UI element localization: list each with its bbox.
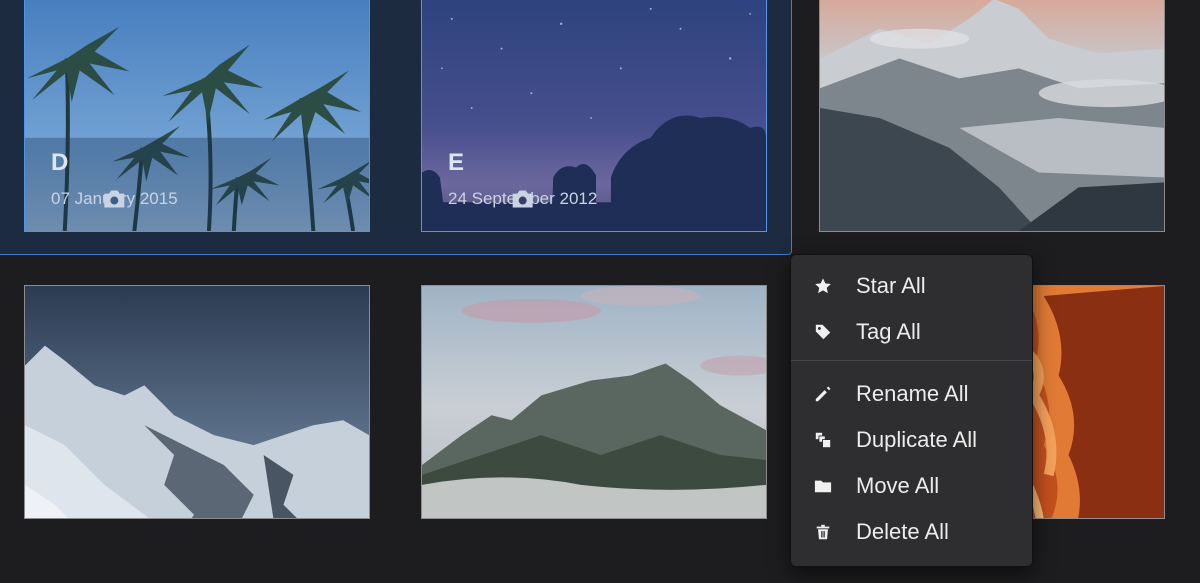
duplicate-icon (813, 430, 833, 450)
camera-icon (512, 190, 533, 208)
menu-item-delete-all[interactable]: Delete All (791, 509, 1032, 555)
pencil-icon (813, 384, 833, 404)
photo-snowy-mountain (820, 0, 1164, 231)
photo-snowy-peaks (25, 286, 369, 518)
trash-icon (813, 522, 833, 542)
photo-misty-mountain-lake (422, 286, 766, 518)
photo-tile[interactable]: D 07 January 2015 (24, 0, 370, 232)
menu-item-move-all[interactable]: Move All (791, 463, 1032, 509)
photo-date: 07 January 2015 (51, 189, 178, 209)
photo-title: D (51, 149, 69, 176)
menu-item-star-all[interactable]: Star All (791, 263, 1032, 309)
menu-item-label: Delete All (856, 519, 949, 544)
folder-icon (813, 476, 833, 496)
star-icon (813, 276, 833, 296)
menu-item-label: Star All (856, 273, 926, 298)
menu-item-label: Duplicate All (856, 427, 978, 452)
menu-item-tag-all[interactable]: Tag All (791, 309, 1032, 355)
photo-tile[interactable] (421, 285, 767, 519)
photo-tile[interactable] (24, 285, 370, 519)
menu-item-duplicate-all[interactable]: Duplicate All (791, 417, 1032, 463)
menu-item-rename-all[interactable]: Rename All (791, 371, 1032, 417)
menu-separator (791, 360, 1032, 361)
menu-item-label: Rename All (856, 381, 969, 406)
camera-icon (104, 190, 125, 208)
tag-icon (813, 322, 833, 342)
context-menu: Star All Tag All Rename All Duplicate Al… (790, 254, 1033, 567)
menu-item-label: Move All (856, 473, 940, 498)
photo-date: 24 September 2012 (448, 189, 597, 209)
photo-tile[interactable]: E 24 September 2012 (421, 0, 767, 232)
photo-title: E (448, 149, 465, 176)
menu-item-label: Tag All (856, 319, 921, 344)
photo-tile[interactable] (819, 0, 1165, 232)
